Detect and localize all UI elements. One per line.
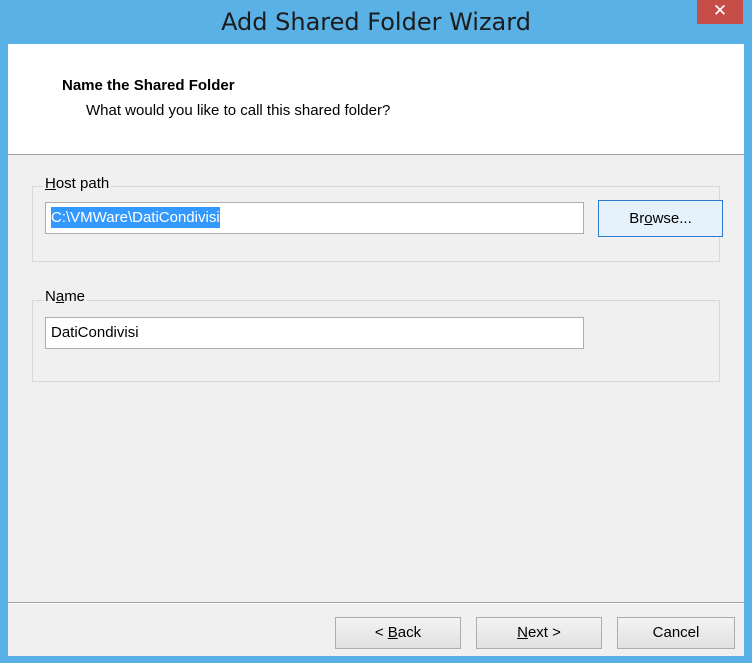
page-subtitle: What would you like to call this shared …: [86, 102, 391, 119]
wizard-header: Name the Shared Folder What would you li…: [8, 44, 744, 155]
footer-divider-highlight: [8, 603, 744, 604]
title-bar[interactable]: Add Shared Folder Wizard ✕: [0, 0, 752, 44]
host-path-label: Host path: [43, 175, 112, 192]
page-title: Name the Shared Folder: [62, 77, 235, 94]
next-button[interactable]: Next >: [476, 617, 602, 649]
close-icon: ✕: [712, 1, 728, 20]
host-path-input[interactable]: C:\VMWare\DatiCondivisi: [45, 202, 584, 234]
wizard-window: Add Shared Folder Wizard ✕ Name the Shar…: [0, 0, 752, 663]
back-button[interactable]: < Back: [335, 617, 461, 649]
host-path-value: C:\VMWare\DatiCondivisi: [51, 207, 220, 228]
close-button[interactable]: ✕: [697, 0, 743, 24]
window-title: Add Shared Folder Wizard: [221, 8, 531, 36]
name-label: Name: [43, 288, 88, 305]
cancel-button[interactable]: Cancel: [617, 617, 735, 649]
wizard-client-area: Name the Shared Folder What would you li…: [8, 44, 744, 656]
browse-button[interactable]: Browse...: [598, 200, 723, 237]
name-input[interactable]: DatiCondivisi: [45, 317, 584, 349]
